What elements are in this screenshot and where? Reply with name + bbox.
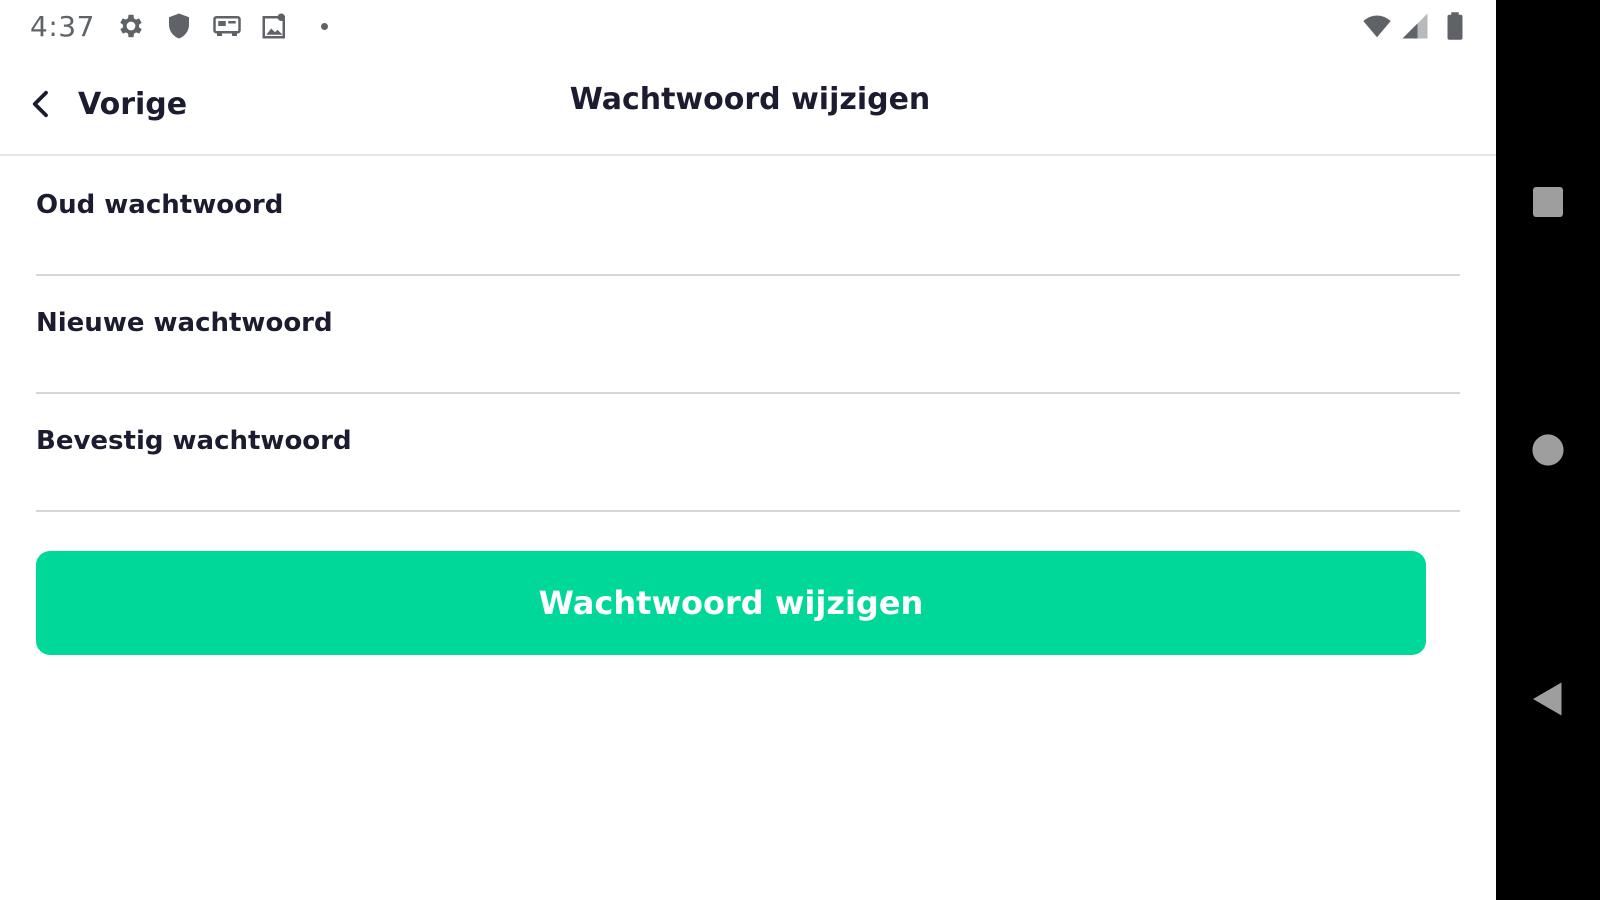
app-bar: Vorige Wachtwoord wijzigen xyxy=(0,52,1496,156)
old-password-label: Oud wachtwoord xyxy=(36,190,284,220)
nav-back-button[interactable] xyxy=(1523,674,1573,724)
home-button[interactable] xyxy=(1523,425,1573,475)
confirm-password-input[interactable] xyxy=(36,464,1460,504)
old-password-input[interactable] xyxy=(36,228,1460,268)
old-password-field[interactable]: Oud wachtwoord xyxy=(36,158,1460,276)
gear-icon xyxy=(120,14,142,38)
new-password-field[interactable]: Nieuwe wachtwoord xyxy=(36,276,1460,394)
new-password-input[interactable] xyxy=(36,346,1460,386)
change-password-button[interactable]: Wachtwoord wijzigen xyxy=(36,551,1426,655)
page-title: Wachtwoord wijzigen xyxy=(569,82,931,117)
photo-icon xyxy=(262,13,285,39)
status-bar: 4:37 xyxy=(0,0,1496,52)
status-time: 4:37 xyxy=(30,10,95,43)
app-screen: 4:37 Vorige Wachtwoord wijzigen Oud wach… xyxy=(0,0,1496,900)
signal-icon xyxy=(1402,13,1428,39)
confirm-password-label: Bevestig wachtwoord xyxy=(36,426,352,456)
recents-button[interactable] xyxy=(1523,177,1573,227)
notification-dot xyxy=(321,23,328,30)
recents-icon xyxy=(1533,187,1563,217)
back-icon xyxy=(1533,682,1562,716)
battery-icon xyxy=(1447,12,1463,40)
home-icon xyxy=(1532,434,1564,466)
cast-icon xyxy=(213,16,241,36)
navigation-bar xyxy=(1496,0,1600,900)
new-password-label: Nieuwe wachtwoord xyxy=(36,308,333,338)
shield-icon xyxy=(169,13,189,39)
confirm-password-field[interactable]: Bevestig wachtwoord xyxy=(36,394,1460,512)
wifi-icon xyxy=(1363,15,1391,38)
